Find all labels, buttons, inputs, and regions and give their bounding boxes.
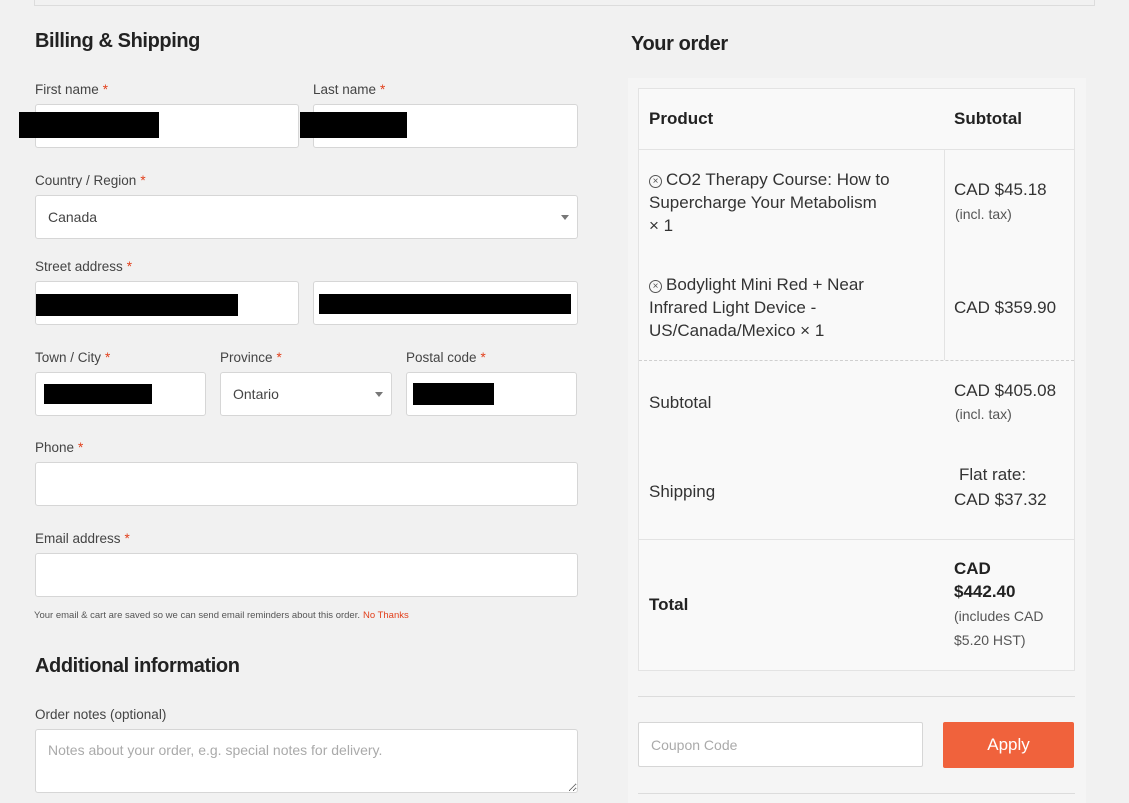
table-divider — [639, 539, 1074, 540]
country-label: Country / Region * — [35, 173, 146, 188]
your-order-title: Your order — [631, 33, 728, 55]
order-notes-label: Order notes (optional) — [35, 707, 167, 722]
coupon-code-input[interactable]: Coupon Code — [638, 722, 923, 767]
item-tax-note: (incl. tax) — [955, 206, 1012, 222]
divider — [638, 793, 1075, 794]
province-label: Province * — [220, 350, 282, 365]
no-thanks-link[interactable]: No Thanks — [363, 610, 409, 621]
order-table: Product Subtotal × CO2 Therapy Course: Ho… — [638, 88, 1075, 671]
chevron-down-icon — [375, 392, 383, 397]
subtotal-column-header: Subtotal — [954, 109, 1022, 128]
email-input[interactable] — [35, 553, 578, 597]
table-row: × Bodylight Mini Red + Near Infrared Ligh… — [649, 273, 864, 342]
table-divider — [639, 360, 1074, 361]
divider — [638, 696, 1075, 697]
table-row: × CO2 Therapy Course: How to Supercharge … — [649, 168, 890, 237]
apply-coupon-button[interactable]: Apply — [943, 722, 1074, 768]
country-select[interactable]: Canada — [35, 195, 578, 239]
additional-info-title: Additional information — [35, 655, 240, 677]
subtotal-value: CAD $405.08 — [954, 381, 1057, 400]
product-quantity: US/Canada/Mexico × 1 — [649, 321, 825, 340]
chevron-down-icon — [561, 215, 569, 220]
province-select[interactable]: Ontario — [220, 372, 392, 416]
first-name-label: First name * — [35, 82, 109, 97]
column-divider — [944, 149, 945, 360]
shipping-method: Flat rate: — [959, 465, 1027, 484]
item-price: CAD $45.18 — [954, 180, 1047, 199]
top-container-border — [34, 0, 1095, 6]
total-value: $442.40 — [954, 582, 1016, 601]
email-save-note: Your email & cart are saved so we can se… — [34, 610, 409, 621]
phone-label: Phone * — [35, 440, 84, 455]
product-name-line: Supercharge Your Metabolism — [649, 193, 877, 212]
total-tax-note: $5.20 HST) — [954, 632, 1026, 648]
postal-code-label: Postal code * — [406, 350, 486, 365]
redacted-postal-code — [413, 383, 494, 405]
product-quantity: × 1 — [649, 216, 674, 235]
billing-title: Billing & Shipping — [35, 30, 200, 52]
item-price: CAD $359.90 — [954, 298, 1057, 317]
table-divider — [639, 149, 1074, 150]
redacted-last-name — [300, 112, 407, 138]
shipping-label: Shipping — [649, 482, 716, 501]
remove-item-icon[interactable]: × — [649, 280, 662, 293]
total-tax-note: (includes CAD — [954, 608, 1044, 624]
total-currency: CAD — [954, 559, 991, 578]
subtotal-label: Subtotal — [649, 393, 712, 412]
last-name-label: Last name * — [313, 82, 386, 97]
product-column-header: Product — [649, 109, 714, 128]
product-name-line: Bodylight Mini Red + Near — [666, 275, 864, 294]
redacted-first-name — [19, 112, 159, 138]
redacted-town — [44, 384, 152, 404]
street-address-label: Street address * — [35, 259, 133, 274]
remove-item-icon[interactable]: × — [649, 175, 662, 188]
town-label: Town / City * — [35, 350, 111, 365]
redacted-street-1 — [36, 294, 238, 316]
product-name-line: Infrared Light Device - — [649, 298, 817, 317]
product-name-line: CO2 Therapy Course: How to — [666, 170, 890, 189]
phone-input[interactable] — [35, 462, 578, 506]
redacted-street-2 — [319, 294, 571, 314]
order-notes-textarea[interactable] — [35, 729, 578, 793]
email-label: Email address * — [35, 531, 130, 546]
total-label: Total — [649, 595, 689, 614]
subtotal-tax-note: (incl. tax) — [955, 406, 1012, 422]
shipping-cost: CAD $37.32 — [954, 490, 1047, 509]
